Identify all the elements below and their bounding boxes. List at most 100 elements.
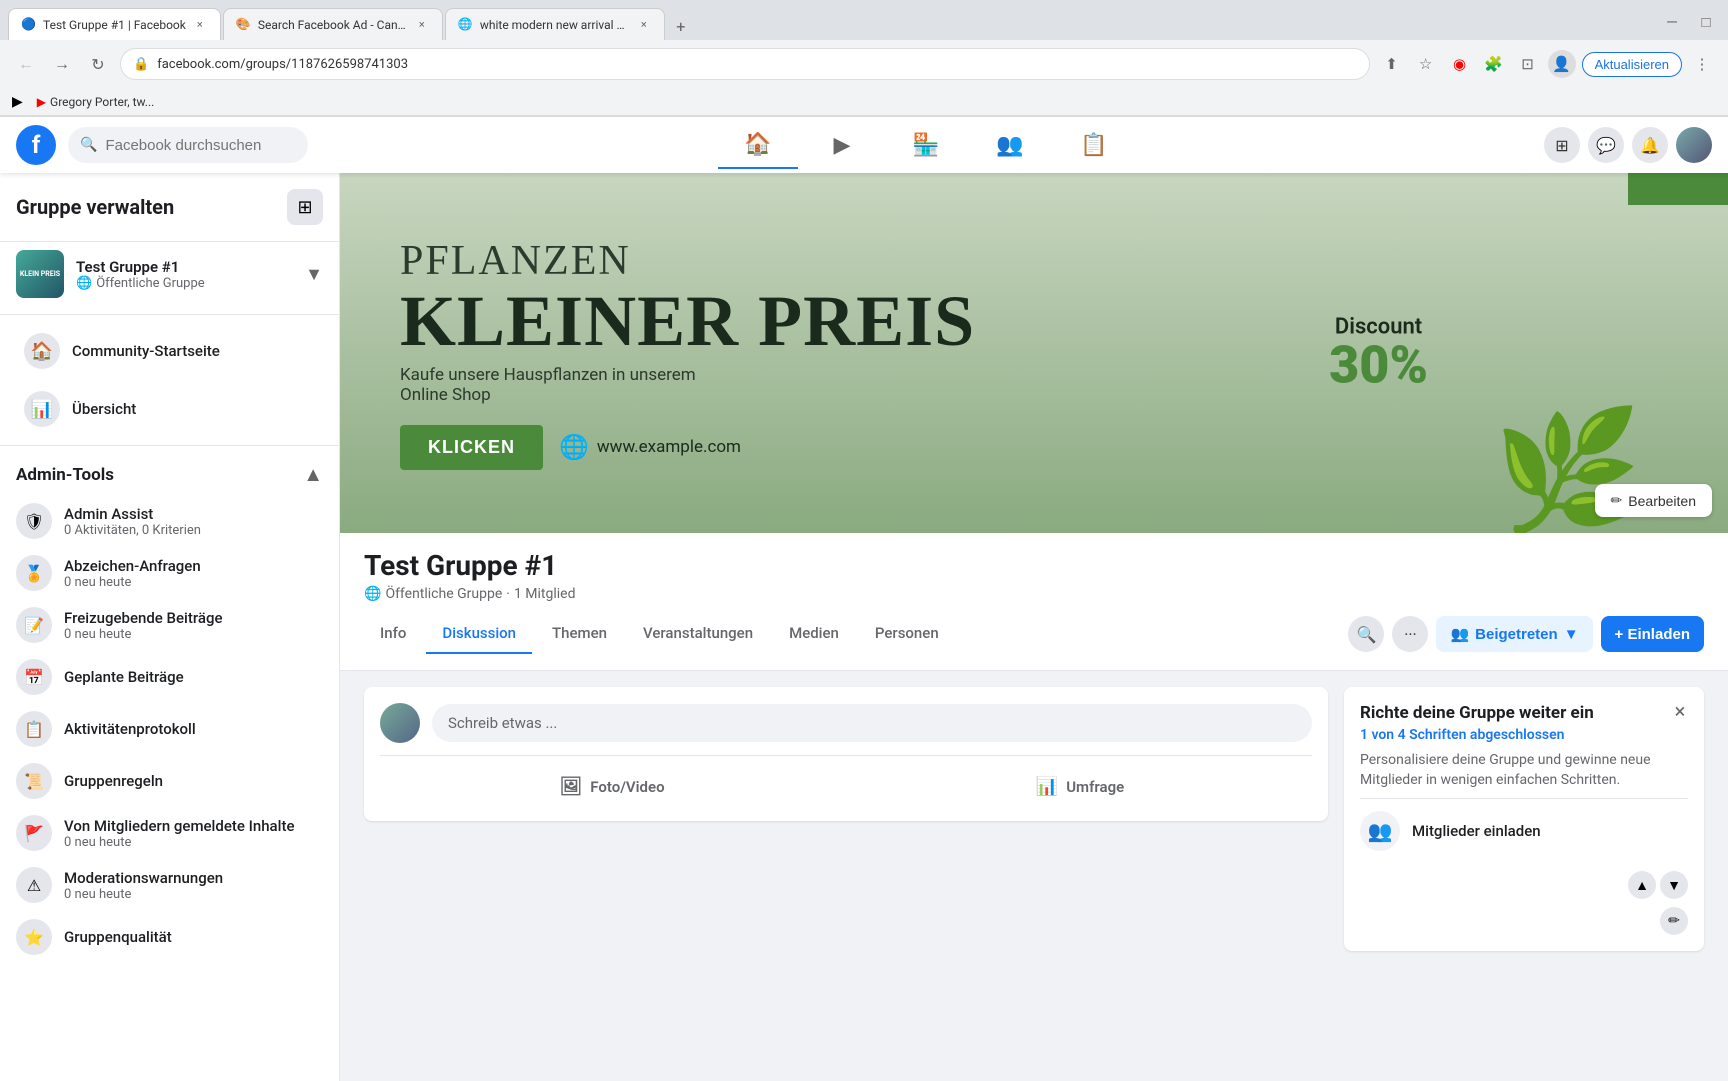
messenger-button[interactable]: 💬 <box>1588 127 1624 163</box>
admin-item-posts[interactable]: 📝 Freizugebende Beiträge 0 neu heute <box>0 599 339 651</box>
profile-button[interactable]: 👤 <box>1548 50 1576 78</box>
split-button[interactable]: ⊡ <box>1514 50 1542 78</box>
group-search-button[interactable]: 🔍 <box>1348 616 1384 652</box>
back-button[interactable]: ← <box>12 50 40 78</box>
scroll-down-button[interactable]: ▼ <box>1660 871 1688 899</box>
admin-item-badges[interactable]: 🏅 Abzeichen-Anfragen 0 neu heute <box>0 547 339 599</box>
sidebar-item-community[interactable]: 🏠 Community-Startseite <box>8 323 331 379</box>
setup-edit-button[interactable]: ✏ <box>1660 907 1688 935</box>
activity-info: Aktivitätenprotokoll <box>64 720 196 738</box>
menu-button[interactable]: ⋮ <box>1688 50 1716 78</box>
admin-assist-title: Admin Assist <box>64 505 201 523</box>
admin-item-warnings[interactable]: ⚠ Moderationswarnungen 0 neu heute <box>0 859 339 911</box>
sidebar-group-item[interactable]: KLEIN PREIS Test Gruppe #1 🌐 Öffentliche… <box>0 242 339 306</box>
tab-1-close[interactable]: × <box>192 17 208 33</box>
sidebar-icon-button[interactable]: ⊞ <box>287 189 323 225</box>
group-name-heading: Test Gruppe #1 <box>364 549 1704 582</box>
setup-edit-button-area: ✏ <box>1360 907 1688 935</box>
admin-section-toggle[interactable]: ▲ <box>303 462 323 487</box>
post-composer-actions: 🖼 Foto/Video 📊 Umfrage <box>380 755 1312 805</box>
reported-icon: 🚩 <box>16 815 52 851</box>
bookmark-item[interactable]: ▶ Gregory Porter, tw... <box>31 93 161 111</box>
rules-icon: 📜 <box>16 763 52 799</box>
tab-medien[interactable]: Medien <box>773 614 855 654</box>
nav-pages[interactable]: 📋 <box>1054 121 1134 169</box>
reported-info: Von Mitgliedern gemeldete Inhalte 0 neu … <box>64 817 295 850</box>
facebook-logo[interactable]: f <box>16 125 56 165</box>
url-text: facebook.com/groups/1187626598741303 <box>157 57 1356 72</box>
activity-icon: 📋 <box>16 711 52 747</box>
puzzle-button[interactable]: 🧩 <box>1480 50 1508 78</box>
cover-globe-icon: 🌐 <box>559 433 589 461</box>
composer-input[interactable]: Schreib etwas ... <box>432 704 1312 742</box>
group-members: 1 Mitglied <box>514 586 576 602</box>
badges-info: Abzeichen-Anfragen 0 neu heute <box>64 557 201 590</box>
scroll-up-button[interactable]: ▲ <box>1628 871 1656 899</box>
admin-item-activity[interactable]: 📋 Aktivitätenprotokoll <box>0 703 339 755</box>
browser-actions: ⬆ ☆ ◉ 🧩 ⊡ 👤 Aktualisieren ⋮ <box>1378 50 1716 78</box>
group-thumb-image: KLEIN PREIS <box>16 250 64 298</box>
update-button[interactable]: Aktualisieren <box>1582 52 1682 77</box>
setup-close-button[interactable]: × <box>1668 699 1692 723</box>
browser-chrome: 🔵 Test Gruppe #1 | Facebook × 🎨 Search F… <box>0 0 1728 117</box>
tab-3-favicon: 🌐 <box>458 17 474 33</box>
nav-groups[interactable]: 👥 <box>970 121 1050 169</box>
group-more-button[interactable]: ··· <box>1392 616 1428 652</box>
cover-cta-button[interactable]: KLICKEN <box>400 425 543 470</box>
photo-video-button[interactable]: 🖼 Foto/Video <box>380 768 844 805</box>
group-thumbnail: KLEIN PREIS <box>16 250 64 298</box>
group-type-text: Öffentliche Gruppe <box>385 586 502 602</box>
reported-title: Von Mitgliedern gemeldete Inhalte <box>64 817 295 835</box>
star-button[interactable]: ☆ <box>1412 50 1440 78</box>
scheduled-icon: 📅 <box>16 659 52 695</box>
invite-members-text: Mitglieder einladen <box>1412 822 1541 840</box>
composer-placeholder: Schreib etwas ... <box>448 714 557 732</box>
facebook-wrapper: f 🔍 🏠 ▶ 🏪 👥 📋 ⊞ 💬 🔔 Gruppe verwalten <box>0 117 1728 1081</box>
tab-info[interactable]: Info <box>364 614 422 654</box>
tab-2[interactable]: 🎨 Search Facebook Ad - Canva × <box>223 8 443 40</box>
forward-button[interactable]: → <box>48 50 76 78</box>
posts-icon: 📝 <box>16 607 52 643</box>
dropdown-arrow-icon[interactable]: ▼ <box>305 264 323 285</box>
tab-1[interactable]: 🔵 Test Gruppe #1 | Facebook × <box>8 8 221 40</box>
notifications-button[interactable]: 🔔 <box>1632 127 1668 163</box>
tab-veranstaltungen[interactable]: Veranstaltungen <box>627 614 769 654</box>
tab-personen[interactable]: Personen <box>859 614 955 654</box>
lock-icon: 🔒 <box>133 57 149 72</box>
group-tabs-row: Info Diskussion Themen Veranstaltungen M… <box>364 614 1704 654</box>
edit-cover-button[interactable]: ✏ Bearbeiten <box>1595 484 1712 517</box>
tab-3-close[interactable]: × <box>636 17 652 33</box>
admin-item-rules[interactable]: 📜 Gruppenregeln <box>0 755 339 807</box>
tab-3[interactable]: 🌐 white modern new arrival watc... × <box>445 8 665 40</box>
tab-themen[interactable]: Themen <box>536 614 623 654</box>
search-bar[interactable]: 🔍 <box>68 127 308 163</box>
bookmark-bar: ▶ ▶ Gregory Porter, tw... <box>0 88 1728 116</box>
nav-home[interactable]: 🏠 <box>718 121 798 169</box>
edit-icon: ✏ <box>1611 492 1623 509</box>
address-bar[interactable]: 🔒 facebook.com/groups/1187626598741303 <box>120 48 1370 80</box>
admin-item-scheduled[interactable]: 📅 Geplante Beiträge <box>0 651 339 703</box>
sidebar-group-info: Test Gruppe #1 🌐 Öffentliche Gruppe <box>76 258 293 291</box>
facebook-header: f 🔍 🏠 ▶ 🏪 👥 📋 ⊞ 💬 🔔 <box>0 117 1728 173</box>
admin-item-assist[interactable]: 🛡 Admin Assist 0 Aktivitäten, 0 Kriterie… <box>0 495 339 547</box>
admin-item-reported[interactable]: 🚩 Von Mitgliedern gemeldete Inhalte 0 ne… <box>0 807 339 859</box>
admin-item-quality[interactable]: ⭐ Gruppenqualität <box>0 911 339 963</box>
apps-button[interactable]: ⊞ <box>1544 127 1580 163</box>
minimize-button[interactable]: — <box>1658 8 1686 36</box>
joined-button[interactable]: 👥 Beigetreten ▼ <box>1436 616 1592 652</box>
setup-invite-item[interactable]: 👥 Mitglieder einladen <box>1360 798 1688 863</box>
reload-button[interactable]: ↻ <box>84 50 112 78</box>
profile-avatar[interactable] <box>1676 127 1712 163</box>
new-tab-button[interactable]: + <box>667 12 695 40</box>
tab-2-close[interactable]: × <box>414 17 430 33</box>
extensions-button[interactable]: ◉ <box>1446 50 1474 78</box>
search-input[interactable] <box>105 137 296 154</box>
invite-button[interactable]: + Einladen <box>1601 616 1704 652</box>
tab-diskussion[interactable]: Diskussion <box>426 614 532 654</box>
poll-button[interactable]: 📊 Umfrage <box>848 768 1312 805</box>
maximize-button[interactable]: □ <box>1692 8 1720 36</box>
nav-watch[interactable]: ▶ <box>802 121 882 169</box>
nav-marketplace[interactable]: 🏪 <box>886 121 966 169</box>
share-button[interactable]: ⬆ <box>1378 50 1406 78</box>
sidebar-item-overview[interactable]: 📊 Übersicht <box>8 381 331 437</box>
